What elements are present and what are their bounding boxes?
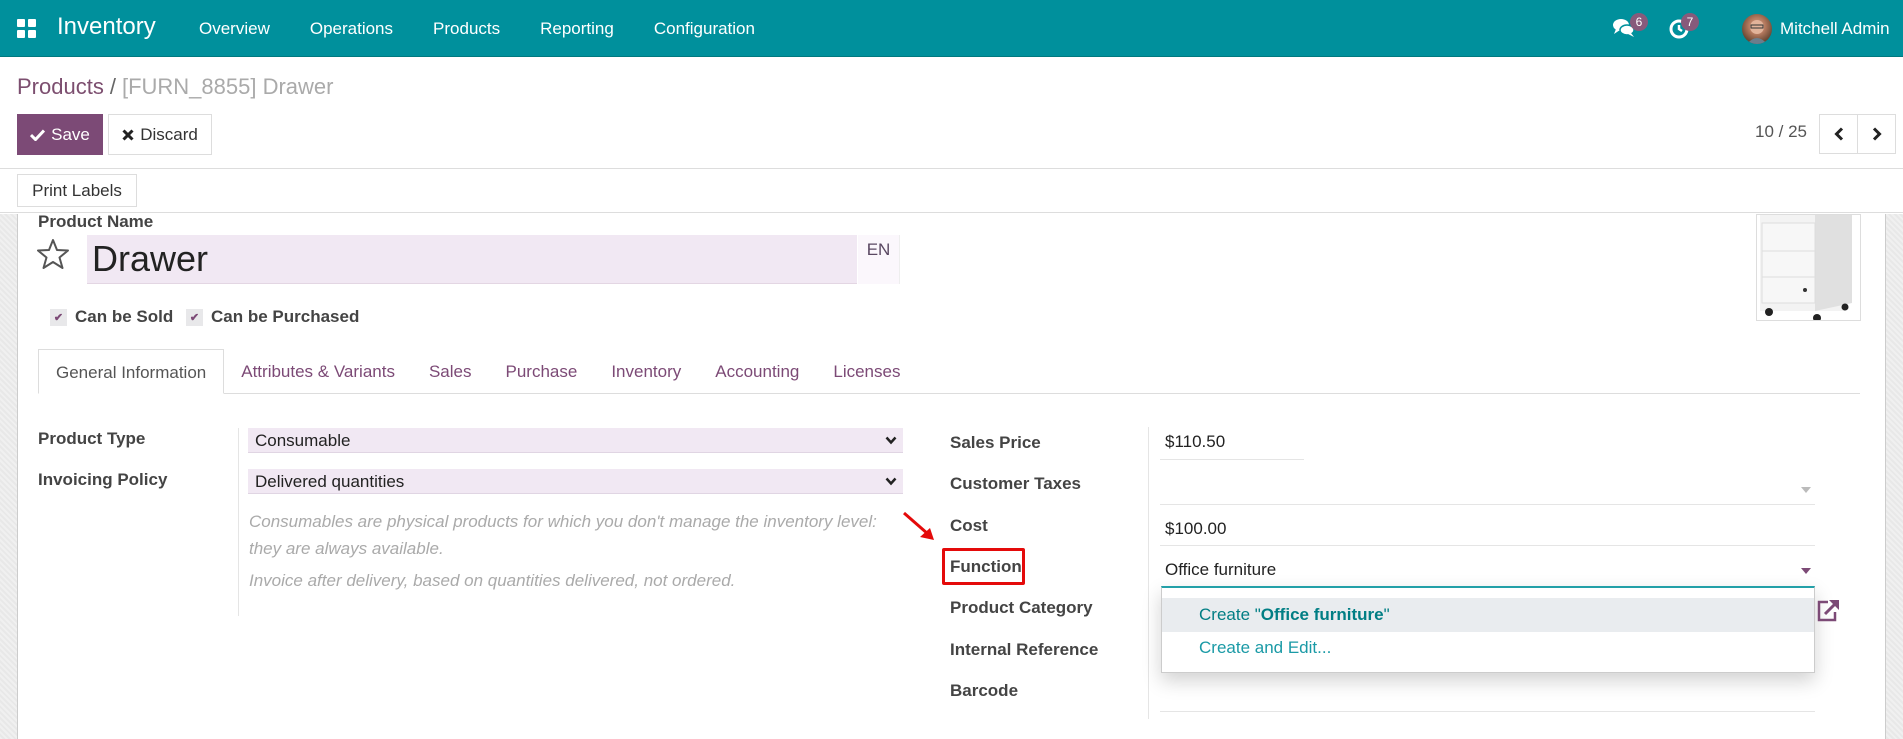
sales-price-input[interactable]: $110.50 [1165, 432, 1225, 452]
autocomplete-create-and-edit-option[interactable]: Create and Edit... [1162, 631, 1814, 665]
close-icon [122, 128, 134, 141]
discard-label: Discard [140, 124, 198, 144]
checkbox-checked-icon: ✔ [186, 308, 203, 326]
product-image[interactable] [1756, 214, 1861, 321]
can-be-purchased-label: Can be Purchased [211, 307, 360, 326]
tab-attributes-variants[interactable]: Attributes & Variants [224, 349, 412, 394]
right-group-separator [1148, 427, 1149, 719]
product-type-value: Consumable [255, 431, 351, 450]
barcode-underline [1160, 711, 1815, 712]
caret-down-icon [1801, 487, 1811, 493]
function-autocomplete-dropdown: Create "Office furniture" Create and Edi… [1161, 586, 1815, 673]
breadcrumb: Products / [FURN_8855] Drawer [17, 74, 333, 100]
pager-next-button[interactable] [1857, 114, 1896, 154]
customer-taxes-label: Customer Taxes [950, 474, 1082, 493]
main-menu: Overview Operations Products Reporting C… [199, 0, 795, 57]
tab-purchase[interactable]: Purchase [488, 349, 594, 394]
tab-licenses[interactable]: Licenses [816, 349, 917, 394]
product-name-label: Product Name [38, 212, 154, 231]
internal-reference-label: Internal Reference [950, 640, 1099, 659]
activities-badge: 7 [1681, 13, 1699, 31]
create-term: Office furniture [1260, 605, 1384, 624]
favorite-star-icon[interactable] [36, 237, 70, 271]
customer-taxes-underline [1160, 504, 1815, 505]
status-bar [0, 168, 1903, 213]
messages-badge: 6 [1630, 13, 1648, 31]
save-button[interactable]: Save [17, 114, 103, 155]
save-label: Save [51, 124, 90, 144]
app-name[interactable]: Inventory [57, 13, 156, 41]
create-prefix: Create " [1199, 605, 1261, 624]
product-category-label: Product Category [950, 598, 1093, 617]
tab-accounting[interactable]: Accounting [698, 349, 816, 394]
product-type-select[interactable]: Consumable [248, 428, 903, 453]
sales-price-underline [1160, 459, 1304, 460]
cost-input[interactable]: $100.00 [1165, 519, 1226, 539]
menu-reporting[interactable]: Reporting [540, 0, 614, 57]
product-type-label: Product Type [38, 429, 146, 448]
invoicing-policy-value: Delivered quantities [255, 472, 405, 491]
function-input[interactable]: Office furniture [1165, 560, 1276, 580]
invoicing-policy-select[interactable]: Delivered quantities [248, 469, 903, 494]
user-name[interactable]: Mitchell Admin [1780, 19, 1890, 39]
product-type-help-line-1: Consumables are physical products for wh… [249, 512, 877, 531]
tab-sales[interactable]: Sales [412, 349, 489, 394]
barcode-label: Barcode [950, 681, 1019, 700]
invoicing-policy-label: Invoicing Policy [38, 470, 168, 489]
top-navbar: Inventory Overview Operations Products R… [0, 0, 1903, 57]
discard-button[interactable]: Discard [108, 114, 212, 155]
product-type-help-line-2: they are always available. [249, 539, 444, 558]
checkbox-checked-icon: ✔ [50, 308, 67, 326]
user-avatar[interactable] [1742, 14, 1772, 44]
tab-inventory[interactable]: Inventory [594, 349, 698, 394]
cost-underline [1160, 545, 1815, 546]
breadcrumb-products[interactable]: Products [17, 74, 104, 99]
print-labels-button[interactable]: Print Labels [17, 174, 137, 207]
translate-button[interactable]: EN [858, 235, 900, 284]
form-tabs: General Information Attributes & Variant… [38, 349, 1860, 394]
menu-overview[interactable]: Overview [199, 0, 270, 57]
chevron-down-icon [885, 477, 897, 486]
pager-previous-button[interactable] [1819, 114, 1858, 154]
annotation-arrow-icon [903, 511, 934, 540]
breadcrumb-separator: / [109, 74, 116, 99]
breadcrumb-current: [FURN_8855] Drawer [121, 74, 334, 99]
menu-configuration[interactable]: Configuration [654, 0, 755, 57]
tab-general-information[interactable]: General Information [38, 349, 225, 394]
product-name-input[interactable] [87, 235, 857, 284]
can-be-sold-checkbox[interactable]: ✔ Can be Sold [50, 307, 173, 327]
menu-products[interactable]: Products [433, 0, 500, 57]
cost-label: Cost [950, 516, 988, 535]
menu-operations[interactable]: Operations [310, 0, 393, 57]
apps-menu-icon[interactable] [17, 19, 36, 38]
chevron-right-icon [1872, 127, 1882, 141]
caret-down-icon[interactable] [1801, 568, 1811, 574]
autocomplete-create-option[interactable]: Create "Office furniture" [1162, 598, 1814, 632]
can-be-sold-label: Can be Sold [75, 307, 174, 326]
customer-taxes-input[interactable] [1165, 474, 1815, 498]
check-icon [30, 128, 46, 141]
sales-price-label: Sales Price [950, 433, 1041, 452]
external-link-icon[interactable] [1815, 598, 1841, 624]
annotation-highlight-box [942, 548, 1025, 585]
invoicing-policy-help: Invoice after delivery, based on quantit… [249, 571, 736, 590]
pager-value[interactable]: 10 / 25 [1755, 122, 1807, 142]
chevron-down-icon [885, 436, 897, 445]
create-suffix: " [1383, 605, 1390, 624]
chevron-left-icon [1833, 127, 1843, 141]
can-be-purchased-checkbox[interactable]: ✔ Can be Purchased [186, 307, 359, 327]
left-group-separator [238, 428, 239, 616]
